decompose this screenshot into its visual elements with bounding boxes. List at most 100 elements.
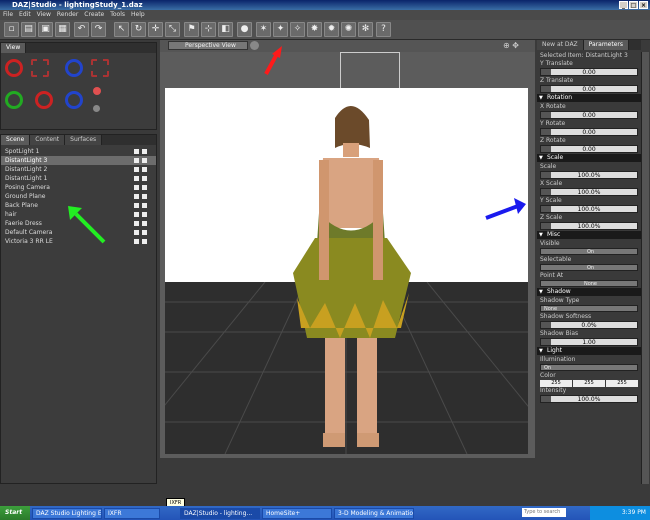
check-icon[interactable]	[142, 230, 147, 235]
point-at-button[interactable]: None	[540, 280, 638, 287]
eye-icon[interactable]	[134, 203, 139, 208]
scene-item[interactable]: DistantLight 3	[1, 156, 156, 165]
check-icon[interactable]	[142, 176, 147, 181]
shadow-type-select[interactable]: None	[540, 305, 638, 312]
y-scale-slider[interactable]: 100.0%	[540, 205, 638, 213]
scene-item[interactable]: Posing Camera	[1, 183, 156, 192]
menu-render[interactable]: Render	[57, 10, 78, 20]
selectable-toggle[interactable]: On	[540, 264, 638, 271]
tab-view[interactable]: View	[1, 43, 27, 53]
task-homesite[interactable]: HomeSite+	[262, 507, 332, 519]
illumination-select[interactable]: On	[540, 364, 638, 371]
new-file-icon[interactable]: ▫	[4, 22, 19, 37]
zoom-icon[interactable]	[35, 91, 53, 109]
check-icon[interactable]	[142, 167, 147, 172]
tab-content[interactable]: Content	[30, 135, 66, 145]
params-scrollbar[interactable]	[641, 52, 649, 484]
taskbar-search-input[interactable]: Type to search	[522, 508, 566, 517]
intensity-slider[interactable]: 100.0%	[540, 395, 638, 403]
menu-create[interactable]: Create	[84, 10, 104, 20]
check-icon[interactable]	[142, 185, 147, 190]
help-icon[interactable]: ?	[376, 22, 391, 37]
scene-item[interactable]: DistantLight 1	[1, 174, 156, 183]
pose-tool-icon[interactable]: ⚑	[184, 22, 199, 37]
check-icon[interactable]	[142, 194, 147, 199]
check-icon[interactable]	[142, 203, 147, 208]
shadow-bias-slider[interactable]: 1.00	[540, 338, 638, 346]
3d-viewport[interactable]	[165, 88, 528, 454]
task-daz-studio[interactable]: DAZ|Studio - lighting...	[180, 507, 260, 519]
orbit-icon[interactable]	[5, 59, 23, 77]
check-icon[interactable]	[142, 221, 147, 226]
record-icon[interactable]	[93, 87, 101, 95]
eye-icon[interactable]	[134, 185, 139, 190]
rotate-tool-icon[interactable]: ↻	[131, 22, 146, 37]
distant-light-icon[interactable]: ✦	[273, 22, 288, 37]
eye-icon[interactable]	[134, 158, 139, 163]
viewport-nav-icon[interactable]: ⊕ ✥	[503, 41, 519, 50]
minimize-icon[interactable]: _	[619, 1, 628, 9]
task-3d-modeling[interactable]: 3-D Modeling & Animatio...	[334, 507, 414, 519]
eye-icon[interactable]	[134, 194, 139, 199]
menu-tools[interactable]: Tools	[110, 10, 125, 20]
scale-tool-icon[interactable]: ⤡	[165, 22, 180, 37]
tab-new-at-daz[interactable]: New at DAZ	[537, 40, 584, 50]
eye-icon[interactable]	[134, 212, 139, 217]
frame-icon[interactable]	[31, 59, 49, 77]
perspective-dropdown[interactable]: Perspective View	[168, 41, 248, 50]
check-icon[interactable]	[142, 212, 147, 217]
save-as-icon[interactable]: ▦	[55, 22, 70, 37]
rotation-section[interactable]: Rotation	[537, 94, 641, 102]
rotate-view-icon[interactable]	[65, 59, 83, 77]
color-blue-field[interactable]: 255	[606, 380, 638, 387]
z-rotate-slider[interactable]: 0.00	[540, 145, 638, 153]
color-green-field[interactable]: 255	[573, 380, 605, 387]
eye-icon[interactable]	[134, 167, 139, 172]
camera-tool-icon[interactable]: ◧	[218, 22, 233, 37]
light-tool-icon[interactable]: ✸	[307, 22, 322, 37]
light-tool-4-icon[interactable]: ✻	[358, 22, 373, 37]
z-scale-slider[interactable]: 100.0%	[540, 222, 638, 230]
save-file-icon[interactable]: ▣	[38, 22, 53, 37]
eye-icon[interactable]	[134, 221, 139, 226]
viewport-options-icon[interactable]	[250, 41, 259, 50]
y-translate-slider[interactable]: 0.00	[540, 68, 638, 76]
spotlight-icon[interactable]: ✶	[256, 22, 271, 37]
render-icon[interactable]: ●	[237, 22, 252, 37]
menu-file[interactable]: File	[3, 10, 13, 20]
check-icon[interactable]	[142, 239, 147, 244]
eye-icon[interactable]	[134, 230, 139, 235]
scene-item[interactable]: Ground Plane	[1, 192, 156, 201]
task-daz-lighting[interactable]: DAZ Studio Lighting Exer...	[32, 507, 102, 519]
start-button[interactable]: Start	[0, 506, 30, 520]
align-tool-icon[interactable]: ⊹	[201, 22, 216, 37]
visible-toggle[interactable]: On	[540, 248, 638, 255]
select-tool-icon[interactable]: ↖	[114, 22, 129, 37]
figure-victoria[interactable]	[165, 88, 528, 454]
scale-slider[interactable]: 100.0%	[540, 171, 638, 179]
close-icon[interactable]: ×	[639, 1, 648, 9]
shadow-softness-slider[interactable]: 0.0%	[540, 321, 638, 329]
select-view-icon[interactable]	[91, 59, 109, 77]
reset-icon[interactable]	[93, 105, 100, 112]
redo-icon[interactable]: ↷	[91, 22, 106, 37]
check-icon[interactable]	[142, 158, 147, 163]
color-red-field[interactable]: 255	[540, 380, 572, 387]
scene-item[interactable]: DistantLight 2	[1, 165, 156, 174]
light-tool-2-icon[interactable]: ✹	[324, 22, 339, 37]
menu-help[interactable]: Help	[131, 10, 145, 20]
misc-section[interactable]: Misc	[537, 231, 641, 239]
menu-edit[interactable]: Edit	[19, 10, 31, 20]
check-icon[interactable]	[142, 149, 147, 154]
pan-icon[interactable]	[5, 91, 23, 109]
light-section[interactable]: Light	[537, 347, 641, 355]
tab-scene[interactable]: Scene	[1, 135, 31, 145]
eye-icon[interactable]	[134, 239, 139, 244]
eye-icon[interactable]	[134, 149, 139, 154]
x-rotate-slider[interactable]: 0.00	[540, 111, 638, 119]
open-file-icon[interactable]: ▤	[21, 22, 36, 37]
menu-view[interactable]: View	[37, 10, 51, 20]
z-translate-slider[interactable]: 0.00	[540, 85, 638, 93]
translate-tool-icon[interactable]: ✛	[148, 22, 163, 37]
x-scale-slider[interactable]: 100.0%	[540, 188, 638, 196]
